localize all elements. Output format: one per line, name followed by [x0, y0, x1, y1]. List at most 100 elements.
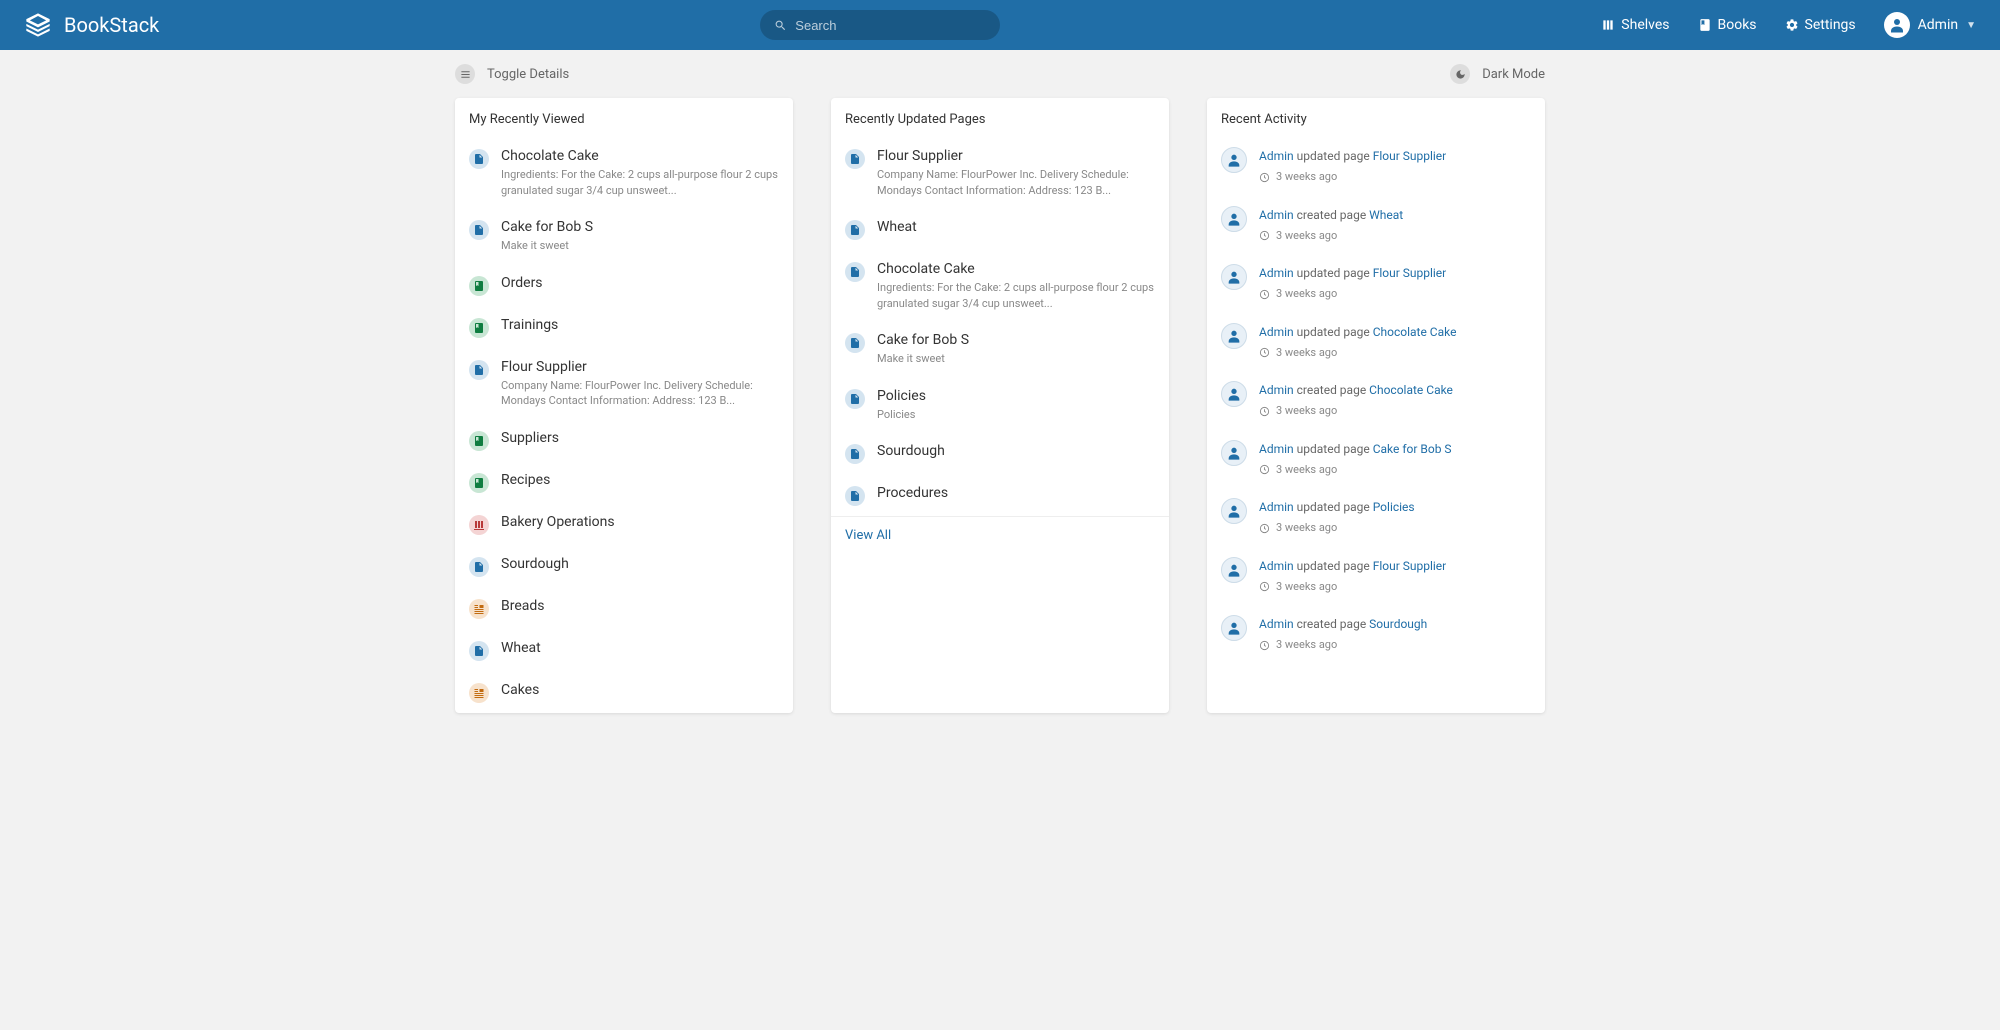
item-desc: Make it sweet: [501, 238, 779, 253]
activity-target-link[interactable]: Flour Supplier: [1373, 559, 1447, 573]
page-icon: [845, 262, 865, 282]
list-item[interactable]: Procedures: [831, 474, 1169, 516]
list-item[interactable]: Breads: [455, 587, 793, 629]
activity-row: Admin created page Chocolate Cake 3 weeks…: [1207, 371, 1545, 430]
book-icon: [469, 431, 489, 451]
bookstack-logo-icon: [24, 11, 52, 39]
user-avatar: [1884, 12, 1910, 38]
activity-time: 3 weeks ago: [1259, 228, 1531, 245]
shelves-icon: [1601, 18, 1615, 32]
view-all-link[interactable]: View All: [845, 528, 891, 543]
activity-row: Admin updated page Flour Supplier3 weeks…: [1207, 137, 1545, 196]
dark-mode-button[interactable]: Dark Mode: [1450, 64, 1545, 84]
clock-icon: [1259, 464, 1270, 475]
item-desc: Policies: [877, 407, 1155, 422]
item-title: Bakery Operations: [501, 513, 779, 531]
page-icon: [845, 486, 865, 506]
activity-time: 3 weeks ago: [1259, 345, 1531, 362]
nav-books[interactable]: Books: [1698, 17, 1757, 33]
activity-avatar: [1221, 264, 1247, 290]
page-icon: [845, 333, 865, 353]
item-title: Suppliers: [501, 429, 779, 447]
item-desc: Ingredients: For the Cake: 2 cups all-pu…: [501, 167, 779, 198]
list-item[interactable]: Cake for Bob S Make it sweet: [455, 208, 793, 264]
list-item[interactable]: Suppliers: [455, 419, 793, 461]
activity-target-link[interactable]: Sourdough: [1369, 617, 1427, 631]
activity-time: 3 weeks ago: [1259, 462, 1531, 479]
user-menu[interactable]: Admin ▼: [1884, 12, 1976, 38]
item-desc: Ingredients: For the Cake: 2 cups all-pu…: [877, 280, 1155, 311]
list-item[interactable]: Cake for Bob SMake it sweet: [831, 321, 1169, 377]
list-item[interactable]: Cakes: [455, 671, 793, 713]
item-title: Chocolate Cake: [501, 147, 779, 165]
recent-activity-card: Recent Activity Admin updated page Flour…: [1207, 98, 1545, 713]
activity-user-link[interactable]: Admin: [1259, 266, 1294, 280]
activity-avatar: [1221, 147, 1247, 173]
item-title: Breads: [501, 597, 779, 615]
clock-icon: [1259, 289, 1270, 300]
list-item[interactable]: Wheat: [455, 629, 793, 671]
activity-target-link[interactable]: Wheat: [1369, 208, 1403, 222]
item-title: Recipes: [501, 471, 779, 489]
list-item[interactable]: Sourdough: [831, 432, 1169, 474]
activity-time: 3 weeks ago: [1259, 637, 1531, 654]
activity-time: 3 weeks ago: [1259, 403, 1531, 420]
list-item[interactable]: Sourdough: [455, 545, 793, 587]
list-item[interactable]: Trainings: [455, 306, 793, 348]
search-box[interactable]: [760, 10, 1000, 40]
nav-shelves[interactable]: Shelves: [1601, 17, 1669, 33]
page-icon: [845, 389, 865, 409]
logo[interactable]: BookStack: [24, 11, 159, 39]
activity-row: Admin updated page Policies3 weeks ago: [1207, 488, 1545, 547]
clock-icon: [1259, 347, 1270, 358]
activity-user-link[interactable]: Admin: [1259, 208, 1294, 222]
item-title: Cake for Bob S: [501, 218, 779, 236]
activity-action: created page: [1294, 383, 1369, 397]
activity-avatar: [1221, 615, 1247, 641]
list-item[interactable]: Chocolate Cake Ingredients: For the Cake:…: [455, 137, 793, 208]
activity-target-link[interactable]: Flour Supplier: [1373, 149, 1447, 163]
activity-user-link[interactable]: Admin: [1259, 500, 1294, 514]
list-item[interactable]: Wheat: [831, 208, 1169, 250]
search-input[interactable]: [795, 18, 986, 33]
recently-updated-card: Recently Updated Pages Flour SupplierCom…: [831, 98, 1169, 713]
list-item[interactable]: PoliciesPolicies: [831, 377, 1169, 433]
recently-updated-title: Recently Updated Pages: [831, 98, 1169, 137]
list-item[interactable]: Orders: [455, 264, 793, 306]
recently-viewed-card: My Recently Viewed Chocolate CakeIngredi…: [455, 98, 793, 713]
item-title: Sourdough: [877, 442, 1155, 460]
nav-settings[interactable]: Settings: [1785, 17, 1856, 33]
activity-user-link[interactable]: Admin: [1259, 149, 1294, 163]
activity-target-link[interactable]: Policies: [1373, 500, 1415, 514]
page-icon: [469, 360, 489, 380]
activity-action: updated page: [1294, 442, 1373, 456]
activity-user-link[interactable]: Admin: [1259, 442, 1294, 456]
activity-user-link[interactable]: Admin: [1259, 325, 1294, 339]
activity-target-link[interactable]: Chocolate Cake: [1369, 383, 1453, 397]
activity-avatar: [1221, 323, 1247, 349]
header: BookStack Shelves Books Settings Admin ▼: [0, 0, 2000, 50]
list-item[interactable]: Chocolate Cake Ingredients: For the Cake:…: [831, 250, 1169, 321]
activity-avatar: [1221, 498, 1247, 524]
list-item[interactable]: Flour SupplierCompany Name: FlourPower I…: [831, 137, 1169, 208]
activity-user-link[interactable]: Admin: [1259, 383, 1294, 397]
chapter-icon: [469, 599, 489, 619]
activity-user-link[interactable]: Admin: [1259, 559, 1294, 573]
activity-target-link[interactable]: Cake for Bob S: [1373, 442, 1452, 456]
clock-icon: [1259, 523, 1270, 534]
list-item[interactable]: Recipes: [455, 461, 793, 503]
item-title: Wheat: [877, 218, 1155, 236]
item-title: Chocolate Cake: [877, 260, 1155, 278]
page-icon: [845, 149, 865, 169]
activity-target-link[interactable]: Chocolate Cake: [1373, 325, 1457, 339]
shelf-icon: [469, 515, 489, 535]
activity-target-link[interactable]: Flour Supplier: [1373, 266, 1447, 280]
clock-icon: [1259, 581, 1270, 592]
activity-user-link[interactable]: Admin: [1259, 617, 1294, 631]
item-title: Procedures: [877, 484, 1155, 502]
toggle-details-button[interactable]: Toggle Details: [455, 64, 569, 84]
list-item[interactable]: Flour SupplierCompany Name: FlourPower I…: [455, 348, 793, 419]
list-item[interactable]: Bakery Operations: [455, 503, 793, 545]
item-title: Wheat: [501, 639, 779, 657]
moon-icon: [1450, 64, 1470, 84]
